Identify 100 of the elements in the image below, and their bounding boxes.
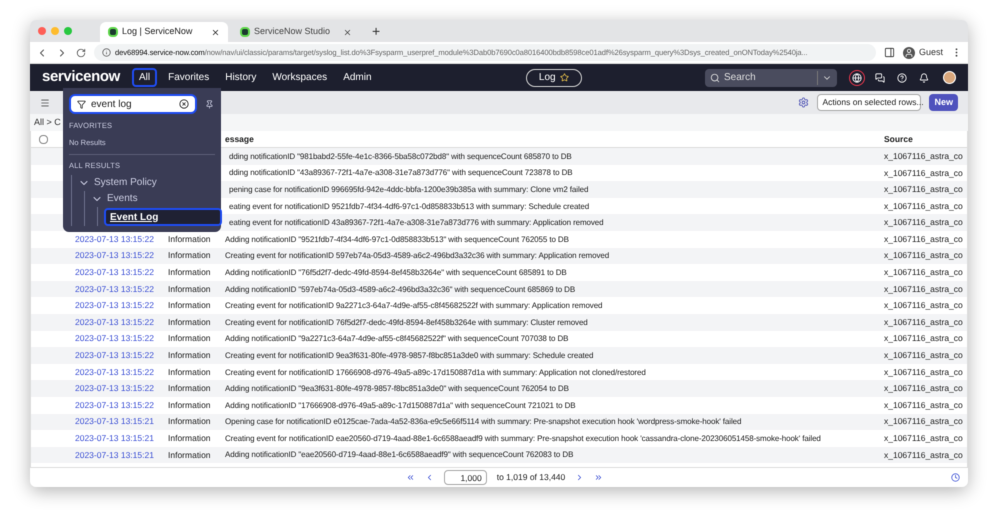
table-cell: Information (168, 267, 211, 278)
timestamp-link[interactable]: 2023-07-13 13:15:21 (75, 416, 154, 426)
table-cell: x_1067116_astra_co (884, 432, 963, 445)
row-number-field[interactable]: 1,000 (444, 470, 487, 485)
timestamp-link[interactable]: 2023-07-13 13:15:22 (75, 267, 154, 278)
table-cell: Information (168, 333, 211, 344)
menu-icon[interactable] (40, 98, 50, 108)
avatar-icon (902, 46, 915, 58)
clear-icon[interactable] (179, 99, 189, 109)
close-icon[interactable] (211, 28, 220, 36)
tree-item[interactable]: Event Log (104, 208, 222, 226)
timestamp-link[interactable]: 2023-07-13 13:15:21 (75, 433, 154, 444)
table-cell: Creating event for notificationID eae20560-d719-4aad-88e1-6c6588aeadf9 with summary: Pre-snapshot execution hook 'cassandra-clone-202306051458-smoke-hook' failed (225, 434, 821, 443)
browser-tab[interactable]: Log | ServiceNow (100, 22, 228, 42)
table-cell: x_1067116_astra_co (884, 316, 963, 329)
table-cell: Information (168, 400, 211, 410)
actions-select[interactable]: Actions on selected rows... (817, 94, 922, 111)
table-cell: Adding notificationID "9ea3f631-80fe-4978-9857-f8bc851a3de0" with sequenceCount 762054 to DB (225, 384, 569, 394)
table-cell: x_1067116_astra_co (884, 166, 963, 180)
search-icon (710, 72, 720, 82)
table-cell: Adding notificationID "eae20560-d719-4aad-88e1-6c6588aeadf9" with sequenceCount 762083 to DB (225, 450, 574, 460)
table-cell: Information (168, 383, 211, 394)
page-range: to 1,019 of 13,440 (496, 471, 566, 484)
browser-tab[interactable]: ServiceNow Studio (232, 22, 360, 42)
table-cell: x_1067116_astra_co (884, 282, 963, 296)
timestamp-link[interactable]: 2023-07-13 13:15:22 (75, 400, 154, 410)
new-tab-button[interactable]: + (372, 20, 380, 42)
timestamp-link[interactable]: 2023-07-13 13:15:22 (75, 284, 154, 294)
table-cell: Creating event for notificationID 597eb74a-05d3-4589-a6c2-496bd3a32c36 with summary: Application removed (225, 251, 610, 260)
bell-icon[interactable] (919, 72, 929, 82)
timestamp-link[interactable]: 2023-07-13 13:15:22 (75, 234, 154, 244)
breadcrumb[interactable]: All > C (34, 116, 61, 130)
table-cell: x_1067116_astra_co (884, 183, 963, 196)
context-pill[interactable]: Log (526, 68, 582, 86)
search-field[interactable]: Search (705, 68, 837, 86)
table-cell: Information (168, 433, 211, 444)
timestamp-link[interactable]: 2023-07-13 13:15:22 (75, 333, 154, 344)
tree-item[interactable]: System Policy (78, 174, 215, 191)
table-cell: Information (168, 366, 211, 377)
logo[interactable]: servicenow (42, 66, 120, 89)
globe-icon[interactable] (849, 70, 865, 86)
site-info-icon (102, 48, 111, 57)
table-cell: Information (168, 316, 211, 327)
help-icon[interactable] (897, 72, 907, 82)
favicon-icon (240, 27, 250, 37)
settings-icon[interactable] (798, 97, 810, 108)
chat-icon[interactable] (875, 72, 885, 82)
user-avatar[interactable] (943, 71, 956, 84)
timestamp-link[interactable]: 2023-07-13 13:15:21 (75, 450, 154, 460)
timestamp-link[interactable]: 2023-07-13 13:15:22 (75, 250, 154, 260)
table-cell: x_1067116_astra_co (884, 382, 963, 395)
timestamp-link[interactable]: 2023-07-13 13:15:22 (75, 366, 154, 377)
table-cell: Information (168, 300, 211, 310)
timestamp-link[interactable]: 2023-07-13 13:15:22 (75, 316, 154, 327)
nav-item[interactable]: Admin (338, 68, 377, 87)
nav-item[interactable]: History (220, 68, 262, 87)
first-page-icon[interactable] (406, 473, 415, 482)
table-cell: Adding notificationID "597eb74a-05d3-4589-a6c2-496bd3a32c36" with sequenceCount 685869 to DB (225, 284, 576, 294)
pin-icon[interactable] (205, 100, 214, 108)
table-cell: Adding notificationID "17666908-d976-49a5-a89c-17d150887d1a" with sequenceCount 721021 to DB (225, 400, 576, 410)
table-cell: Adding notificationID "9521fdb7-4f34-4df6-97c1-0d858833b513" with sequenceCount 762055 to DB (225, 234, 569, 244)
last-page-icon[interactable] (594, 473, 604, 482)
profile-button[interactable]: Guest (902, 46, 943, 60)
table-cell: Information (168, 450, 211, 460)
table-cell: x_1067116_astra_co (884, 200, 963, 212)
table-cell: eating event for notificationID 43a89367-72f1-4a7e-a308-31e7a873d776 with summary: Application removed (229, 218, 604, 228)
table-cell: x_1067116_astra_co (884, 349, 963, 362)
clock-icon[interactable] (951, 473, 960, 482)
table-cell: x_1067116_astra_co (884, 415, 963, 428)
table-cell: x_1067116_astra_co (884, 266, 963, 279)
table-cell: Information (168, 350, 211, 360)
timestamp-link[interactable]: 2023-07-13 13:15:22 (75, 383, 154, 394)
table-cell: dding notificationID "43a89367-72f1-4a7e-a308-31e7a873d776" with sequenceCount 723878 to DB (229, 168, 573, 178)
table-cell: Creating event for notificationID 9ea3f631-80fe-4978-9857-f8bc851a3de0 with summary: Schedule created (225, 350, 594, 360)
table-cell: pening case for notificationID 996695fd-942e-4ddc-bbfa-1200e39b385a with summary: Clone vm2 failed (229, 184, 588, 194)
table-cell: Adding notificationID "9a2271c3-64a7-4d9e-af55-c8f45682522f" with sequenceCount 707038 to DB (225, 334, 568, 344)
reload-icon[interactable] (76, 48, 86, 58)
tree-item[interactable]: Events (91, 190, 215, 207)
timestamp-link[interactable]: 2023-07-13 13:15:22 (75, 350, 154, 360)
table-cell: x_1067116_astra_co (884, 398, 963, 412)
table-cell: Adding notificationID "76f5d2f7-dedc-49fd-8594-8ef458b3264e" with sequenceCount 685891 to DB (225, 268, 567, 277)
star-icon (560, 73, 569, 82)
favicon-icon (108, 27, 118, 37)
select-all-checkbox[interactable] (39, 134, 48, 144)
table-cell: Creating event for notificationID 9a2271c3-64a7-4d9e-af55-c8f45682522f with summary: Application removed (225, 301, 602, 310)
column-header[interactable]: Source (884, 132, 913, 146)
timestamp-link[interactable]: 2023-07-13 13:15:22 (75, 300, 154, 310)
table-cell: Creating event for notificationID 17666908-d976-49a5-a89c-17d150887d1a with summary: Application not cloned/restored (225, 368, 646, 377)
table-cell: x_1067116_astra_co (884, 332, 963, 346)
side-panel-icon[interactable] (884, 47, 895, 58)
nav-item[interactable]: Favorites (163, 68, 214, 87)
new-button[interactable]: New (929, 94, 958, 111)
filter-field[interactable]: event log (69, 94, 197, 114)
nav-item[interactable]: Workspaces (267, 68, 332, 87)
column-header[interactable]: essage (225, 132, 884, 146)
table-cell: x_1067116_astra_co (884, 232, 963, 246)
table-cell: x_1067116_astra_co (884, 150, 963, 163)
close-icon[interactable] (343, 28, 352, 36)
table-cell: Information (168, 416, 211, 426)
table-cell: Opening case for notificationID e0125cae-7ada-4a52-836a-e9c5e66f5114 with summary: Pre-snapshot execution hook 'wordpress-smoke-hook' failed (225, 417, 742, 426)
